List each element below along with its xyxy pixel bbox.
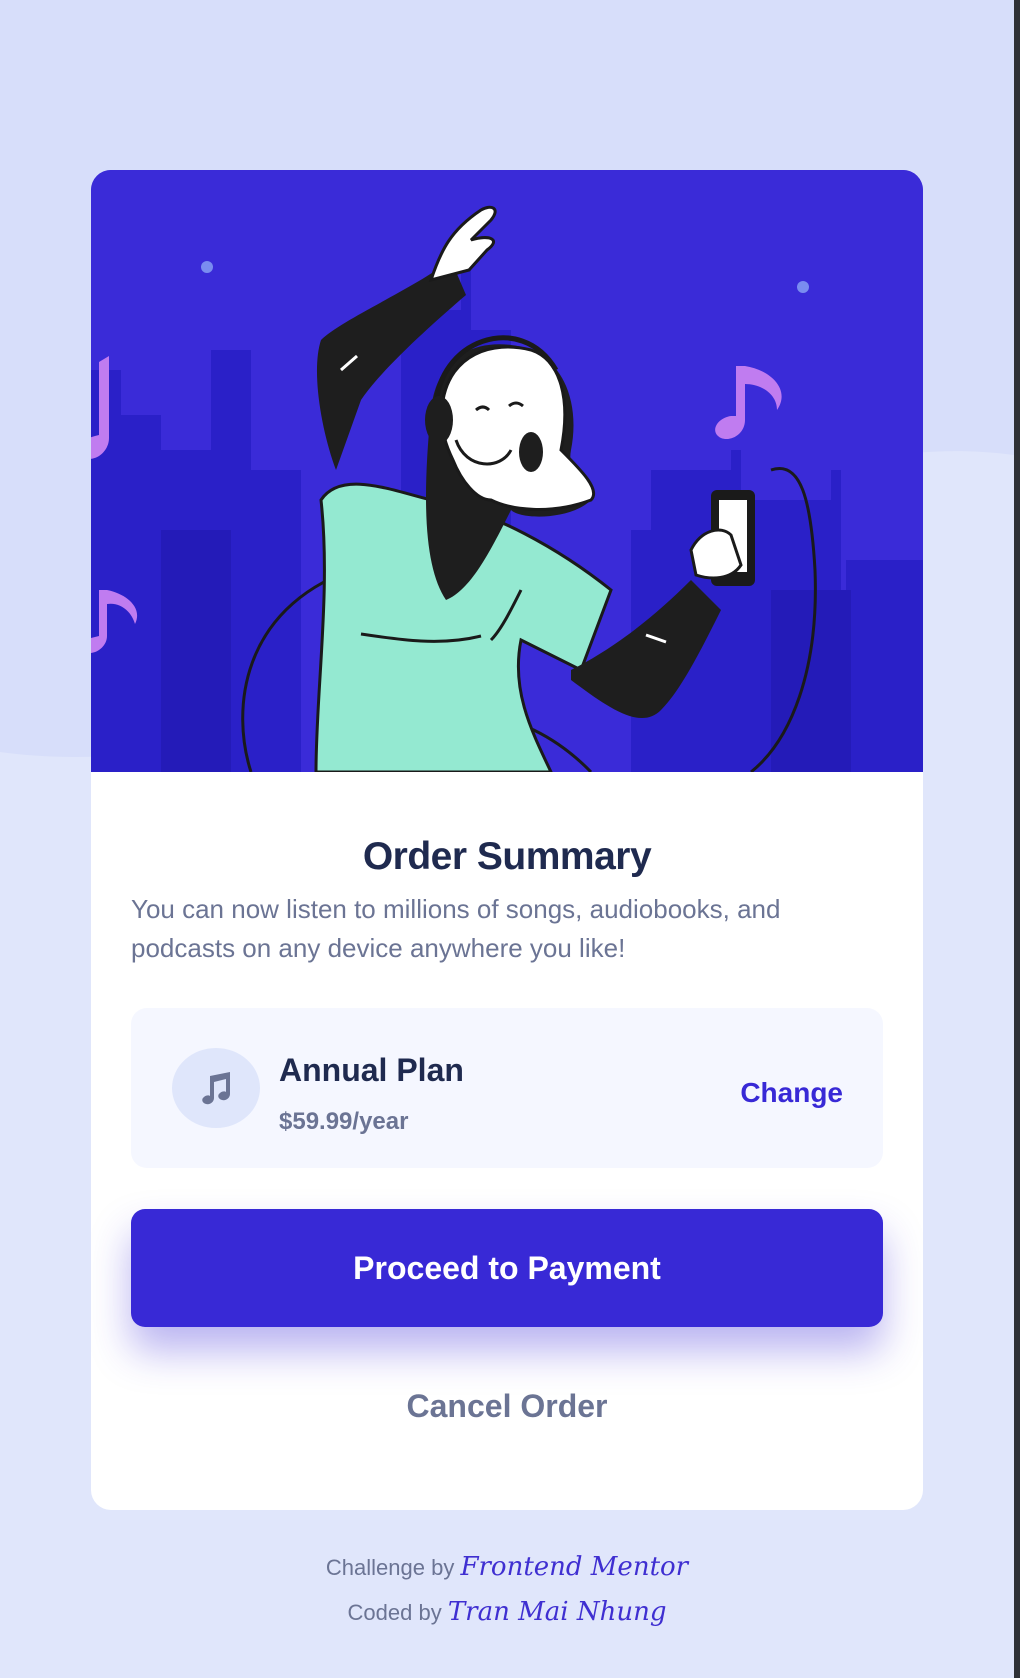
proceed-to-payment-button[interactable]: Proceed to Payment: [131, 1209, 883, 1327]
order-summary-card: Order Summary You can now listen to mill…: [91, 170, 923, 1510]
plan-price: $59.99/year: [279, 1108, 409, 1135]
hero-illustration: [91, 170, 923, 772]
cancel-order-button[interactable]: Cancel Order: [91, 1388, 923, 1425]
window-right-border: [1014, 0, 1020, 1678]
order-summary-title: Order Summary: [362, 835, 652, 878]
music-note-icon: [172, 1048, 260, 1128]
challenge-attribution: Challenge by Frontend Mentor: [0, 1545, 1014, 1590]
coded-prefix: Coded by: [347, 1600, 442, 1625]
frontend-mentor-link[interactable]: Frontend Mentor: [460, 1552, 688, 1582]
attribution: Challenge by Frontend Mentor Coded by Tr…: [0, 1545, 1014, 1635]
author-link[interactable]: Tran Mai Nhung: [448, 1597, 667, 1627]
change-plan-link[interactable]: Change: [740, 1077, 843, 1109]
plan-box: Annual Plan $59.99/year Change: [131, 1008, 883, 1168]
plan-name: Annual Plan: [279, 1052, 464, 1088]
coded-attribution: Coded by Tran Mai Nhung: [0, 1590, 1014, 1635]
order-summary-description: You can now listen to millions of songs,…: [131, 894, 781, 963]
challenge-prefix: Challenge by: [325, 1555, 455, 1580]
